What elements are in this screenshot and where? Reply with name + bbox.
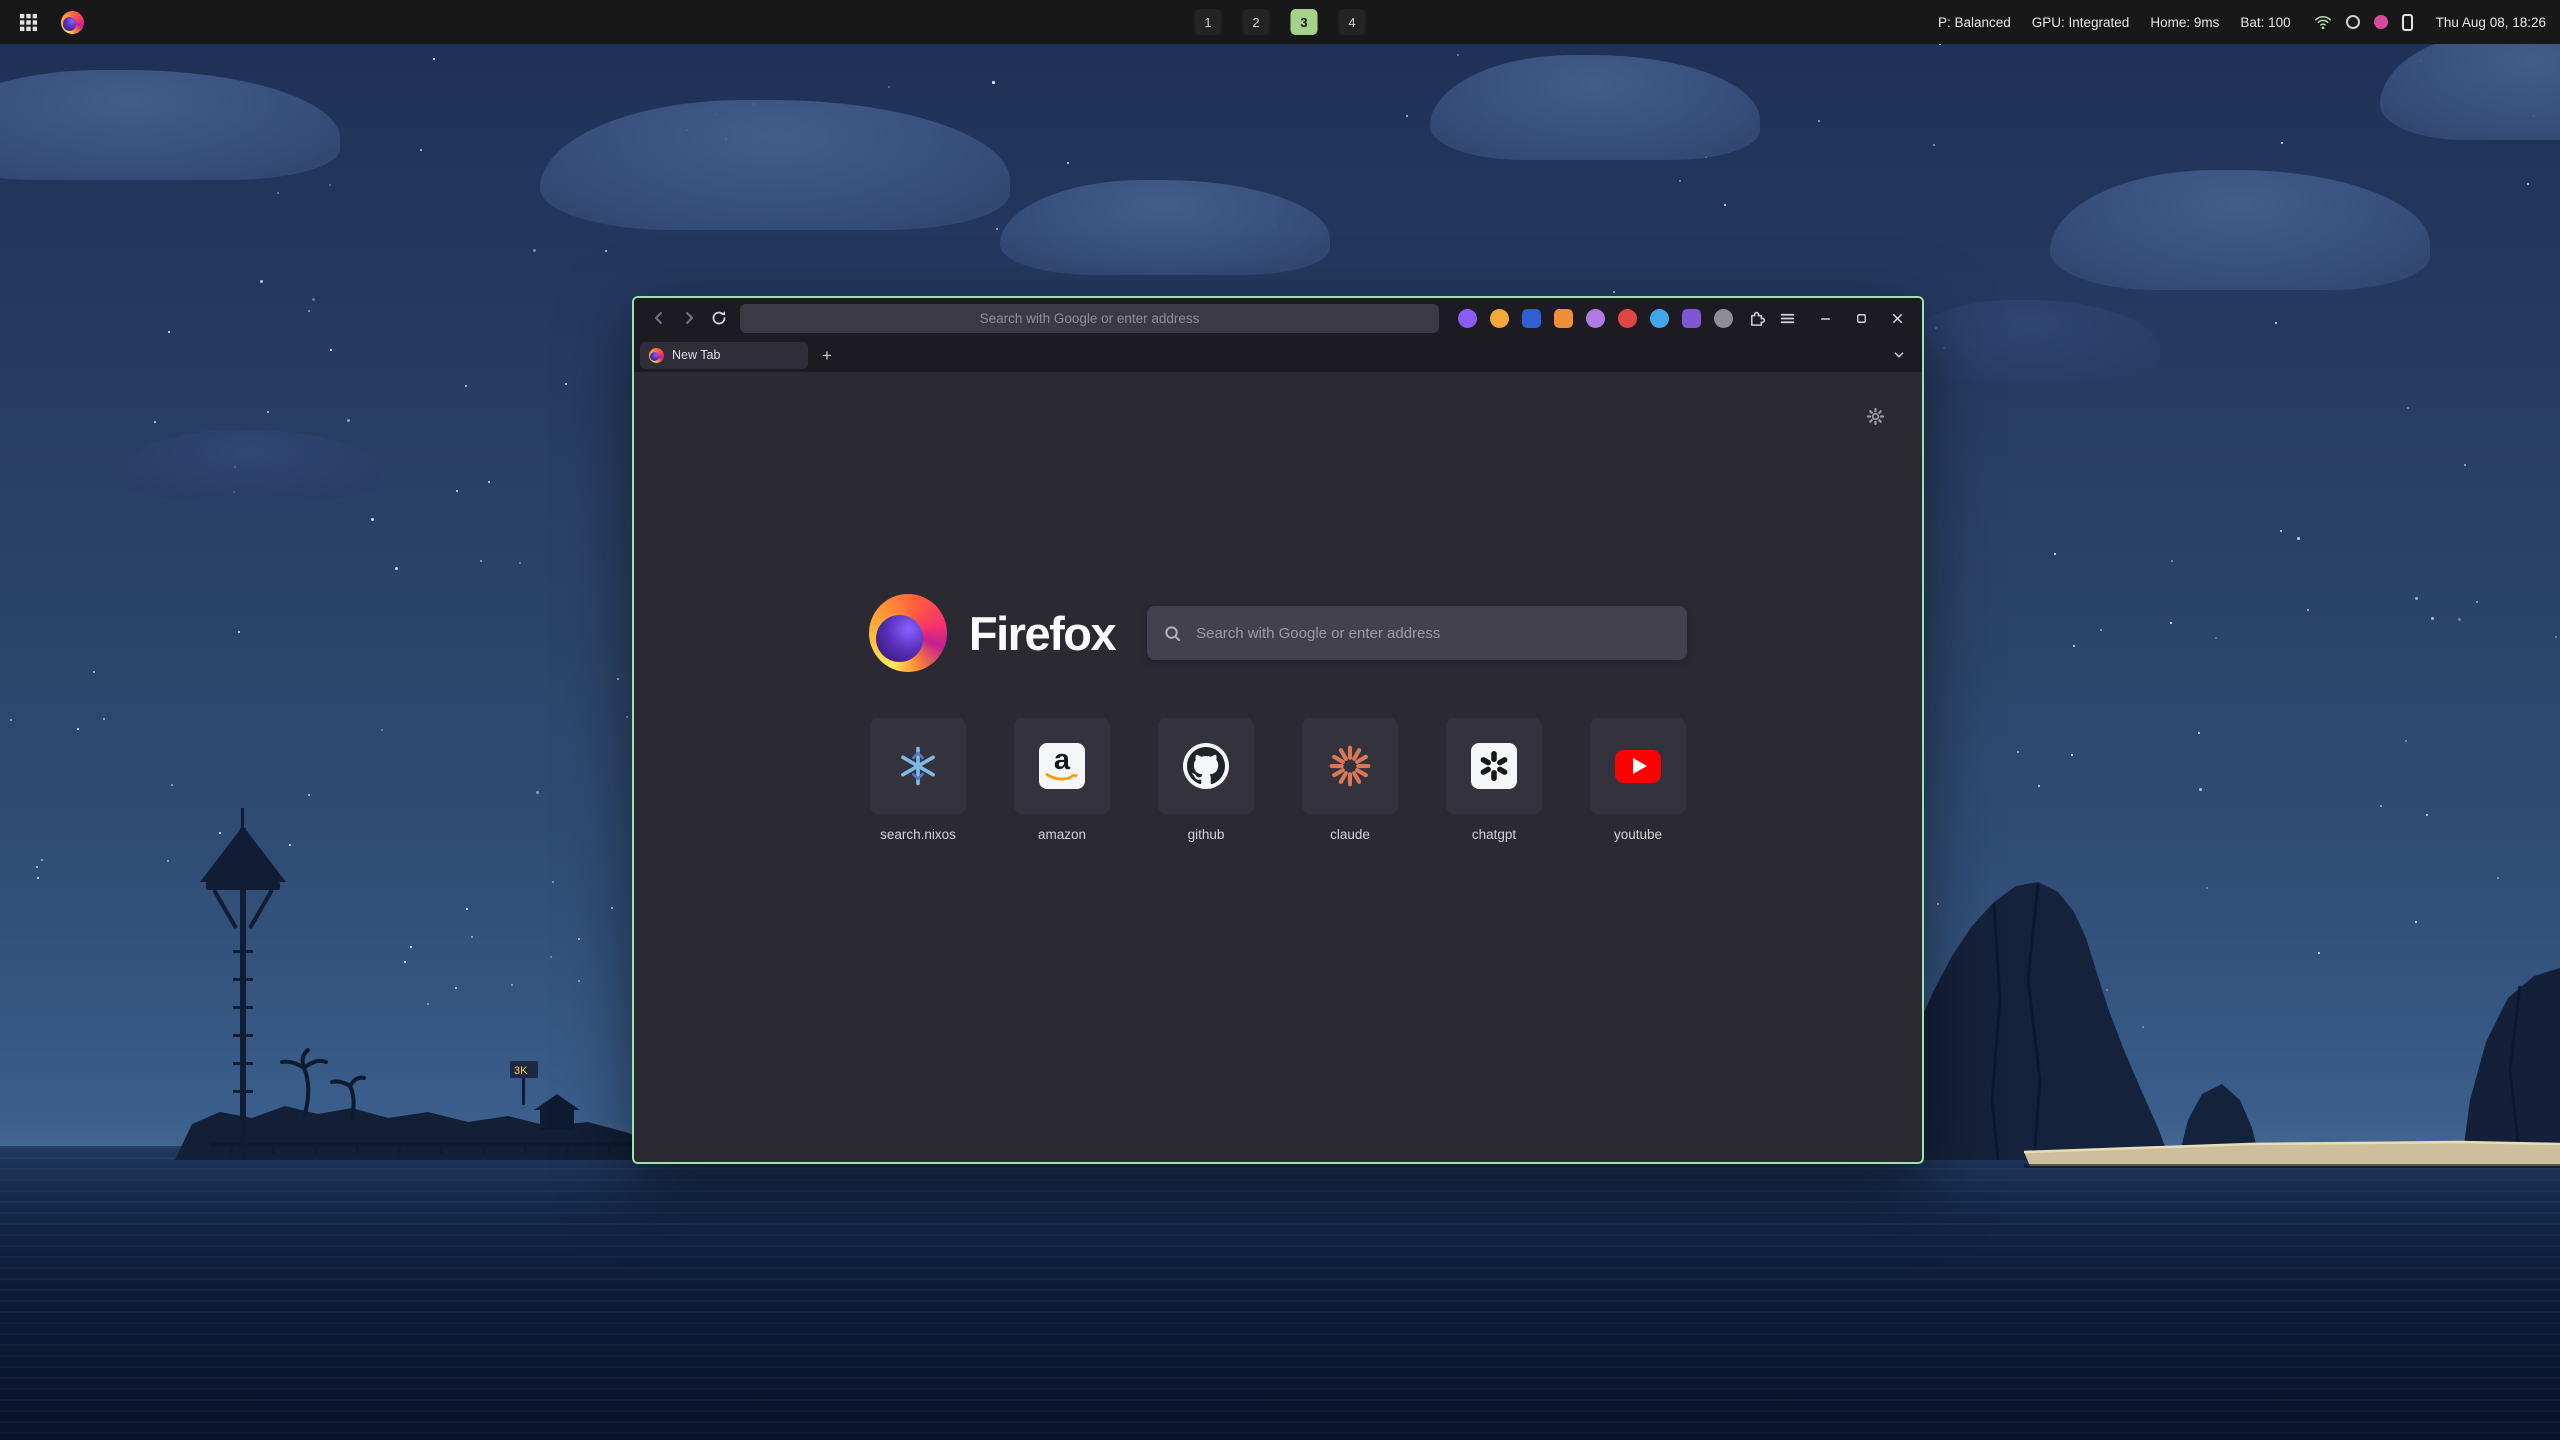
reload-button[interactable] xyxy=(704,303,734,333)
tab-title: New Tab xyxy=(672,348,720,362)
workspace-3[interactable]: 3 xyxy=(1291,9,1318,35)
extension-icon-9[interactable] xyxy=(1714,309,1733,328)
palm-trees xyxy=(282,1050,364,1118)
firefox-icon xyxy=(61,11,84,34)
firefox-favicon xyxy=(649,348,664,363)
extensions-button[interactable] xyxy=(1742,303,1772,333)
forward-button[interactable] xyxy=(674,303,704,333)
youtube-play-icon xyxy=(1615,750,1661,783)
newtab-search-box[interactable] xyxy=(1147,606,1687,660)
firefox-launcher-button[interactable] xyxy=(58,8,86,36)
gear-icon xyxy=(1865,406,1886,427)
shortcuts-row: search.nixos a amazon xyxy=(634,718,1922,842)
gpu-module[interactable]: GPU: Integrated xyxy=(2032,15,2130,30)
minimize-icon xyxy=(1818,311,1833,326)
shortcut-tile xyxy=(1446,718,1542,814)
bluetooth-icon[interactable] xyxy=(2346,15,2360,29)
workspace-2[interactable]: 2 xyxy=(1243,9,1270,35)
chevron-right-icon xyxy=(681,310,697,326)
shortcut-label: github xyxy=(1188,827,1225,842)
maximize-button[interactable] xyxy=(1846,303,1876,333)
workspace-4[interactable]: 4 xyxy=(1339,9,1366,35)
window-controls xyxy=(1810,303,1912,333)
back-button[interactable] xyxy=(644,303,674,333)
extension-icon-2[interactable] xyxy=(1490,309,1509,328)
shortcut-tile xyxy=(1302,718,1398,814)
new-tab-button[interactable]: + xyxy=(814,342,840,368)
shortcut-label: chatgpt xyxy=(1472,827,1516,842)
shortcut-label: search.nixos xyxy=(880,827,956,842)
watchtower xyxy=(200,808,286,1160)
newtab-search-input[interactable] xyxy=(1194,624,1671,643)
new-tab-page: Firefox xyxy=(634,372,1922,1162)
url-input[interactable] xyxy=(740,310,1439,327)
github-octocat-icon xyxy=(1183,743,1229,789)
chevron-left-icon xyxy=(651,310,667,326)
shortcut-label: amazon xyxy=(1038,827,1086,842)
reload-icon xyxy=(711,310,727,326)
minimize-button[interactable] xyxy=(1810,303,1840,333)
shortcut-search-nixos[interactable]: search.nixos xyxy=(870,718,966,842)
navigation-toolbar xyxy=(634,298,1922,338)
amazon-icon: a xyxy=(1039,743,1085,789)
grid-icon xyxy=(19,13,38,32)
personalize-button[interactable] xyxy=(1865,406,1886,430)
menu-button[interactable] xyxy=(1772,303,1802,333)
firefox-wordmark: Firefox xyxy=(969,606,1115,661)
status-bar: 1 2 3 4 P: Balanced GPU: Integrated Home… xyxy=(0,0,2560,44)
search-icon xyxy=(1163,624,1182,643)
shortcut-github[interactable]: github xyxy=(1158,718,1254,842)
workspace-switcher: 1 2 3 4 xyxy=(1195,0,1366,44)
nixos-snowflake-icon xyxy=(896,744,940,788)
firefox-logo xyxy=(869,594,947,672)
latency-module[interactable]: Home: 9ms xyxy=(2150,15,2219,30)
tab-new-tab[interactable]: New Tab xyxy=(640,342,808,369)
shortcut-tile xyxy=(1590,718,1686,814)
chevron-down-icon xyxy=(1892,348,1906,362)
shortcut-label: youtube xyxy=(1614,827,1662,842)
openai-knot-icon xyxy=(1471,743,1517,789)
extension-icon-7[interactable] xyxy=(1650,309,1669,328)
shortcut-tile xyxy=(870,718,966,814)
extension-icon-8[interactable] xyxy=(1682,309,1701,328)
shortcut-tile xyxy=(1158,718,1254,814)
shortcut-chatgpt[interactable]: chatgpt xyxy=(1446,718,1542,842)
close-icon xyxy=(1890,311,1905,326)
system-tray xyxy=(2314,14,2413,31)
newtab-hero: Firefox xyxy=(634,594,1922,672)
extension-icon-3[interactable] xyxy=(1522,309,1541,328)
shortcut-amazon[interactable]: a amazon xyxy=(1014,718,1110,842)
clock[interactable]: Thu Aug 08, 18:26 xyxy=(2436,15,2546,30)
workspace-1[interactable]: 1 xyxy=(1195,9,1222,35)
maximize-icon xyxy=(1854,311,1869,326)
shortcut-label: claude xyxy=(1330,827,1370,842)
close-button[interactable] xyxy=(1882,303,1912,333)
claude-starburst-icon xyxy=(1328,744,1372,788)
tab-list-button[interactable] xyxy=(1886,342,1912,368)
battery-module[interactable]: Bat: 100 xyxy=(2240,15,2290,30)
extension-icon-6[interactable] xyxy=(1618,309,1637,328)
app-launcher-button[interactable] xyxy=(14,8,42,36)
extension-icon-5[interactable] xyxy=(1586,309,1605,328)
phone-icon[interactable] xyxy=(2402,14,2413,31)
hamburger-icon xyxy=(1779,310,1796,327)
tab-bar: New Tab + xyxy=(634,338,1922,372)
extension-icon-1[interactable] xyxy=(1458,309,1477,328)
url-bar[interactable] xyxy=(740,304,1439,333)
extension-toolbar xyxy=(1458,309,1733,328)
wifi-icon[interactable] xyxy=(2314,14,2332,30)
shortcut-youtube[interactable]: youtube xyxy=(1590,718,1686,842)
shortcut-claude[interactable]: claude xyxy=(1302,718,1398,842)
extension-icon-4[interactable] xyxy=(1554,309,1573,328)
firefox-window: New Tab + Firefox xyxy=(632,296,1924,1164)
shortcut-tile: a xyxy=(1014,718,1110,814)
puzzle-icon xyxy=(1748,309,1767,328)
notification-dot-icon[interactable] xyxy=(2374,15,2388,29)
island-sign: 3K xyxy=(514,1065,528,1077)
power-profile-module[interactable]: P: Balanced xyxy=(1938,15,2011,30)
